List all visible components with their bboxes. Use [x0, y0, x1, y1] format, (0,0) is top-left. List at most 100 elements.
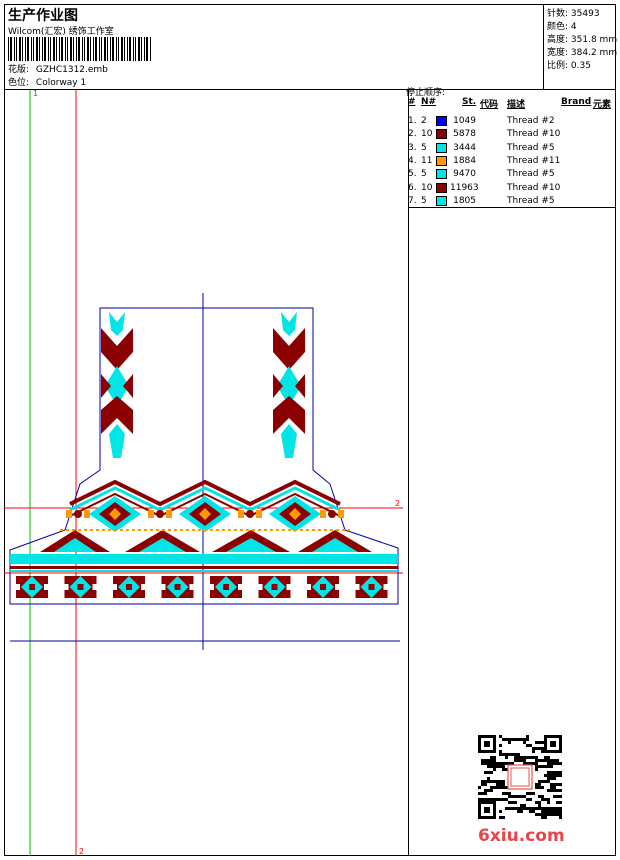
qr-module — [496, 780, 499, 783]
qr-module — [481, 780, 484, 783]
cross-motif — [113, 584, 117, 590]
qr-finder — [550, 741, 556, 747]
orange-block — [66, 510, 72, 518]
qr-module — [547, 801, 550, 804]
embroidery-design — [4, 90, 403, 856]
orange-block — [166, 510, 172, 518]
cross-motif — [368, 584, 375, 590]
cyan-motif — [281, 312, 297, 336]
cross-motif — [16, 584, 20, 590]
qr-module — [526, 792, 529, 795]
qr-module — [532, 807, 535, 810]
qr-module — [553, 777, 556, 780]
qr-module — [499, 735, 502, 738]
qr-module — [547, 771, 550, 774]
qr-module — [508, 795, 511, 798]
qr-module — [496, 786, 499, 789]
qr-module — [556, 771, 559, 774]
qr-module — [544, 813, 547, 816]
qr-module — [511, 795, 514, 798]
qr-module — [487, 771, 490, 774]
qr-module — [538, 813, 541, 816]
qr-module — [559, 795, 562, 798]
qr-module — [547, 756, 550, 759]
qr-module — [535, 759, 538, 762]
qr-module — [493, 798, 496, 801]
qr-module — [508, 741, 511, 744]
qr-module — [550, 813, 553, 816]
cross-motif — [355, 584, 360, 590]
qr-module — [550, 786, 553, 789]
qr-module — [550, 783, 553, 786]
qr-module — [487, 777, 490, 780]
qr-module — [490, 771, 493, 774]
qr-module — [487, 762, 490, 765]
qr-module — [532, 792, 535, 795]
qr-module — [553, 786, 556, 789]
cross-motif — [335, 584, 339, 590]
qr-module — [547, 759, 550, 762]
qr-module — [484, 783, 487, 786]
qr-module — [490, 786, 493, 789]
qr-module — [484, 759, 487, 762]
qr-module — [481, 783, 484, 786]
qr-module — [535, 762, 538, 765]
qr-module — [529, 807, 532, 810]
qr-module — [535, 786, 538, 789]
qr-module — [541, 798, 544, 801]
orange-block — [338, 510, 344, 518]
qr-module — [535, 813, 538, 816]
qr-module — [553, 795, 556, 798]
qr-module — [511, 738, 514, 741]
qr-module — [478, 792, 481, 795]
qr-module — [526, 798, 529, 801]
qr-module — [484, 762, 487, 765]
qr-module — [490, 756, 493, 759]
qr-module — [556, 813, 559, 816]
cross-motif — [77, 584, 84, 590]
qr-module — [538, 759, 541, 762]
orange-block — [148, 510, 154, 518]
qr-module — [487, 759, 490, 762]
qr-module — [499, 783, 502, 786]
qr-module — [499, 762, 502, 765]
qr-module — [496, 762, 499, 765]
qr-module — [514, 738, 517, 741]
qr-module — [514, 759, 517, 762]
maroon-dot — [74, 510, 82, 518]
qr-module — [529, 798, 532, 801]
qr-module — [559, 801, 562, 804]
qr-module — [517, 738, 520, 741]
orange-block — [84, 510, 90, 518]
qr-module — [493, 786, 496, 789]
guide-label-1: 1 — [33, 89, 39, 98]
qr-module — [553, 789, 556, 792]
qr-module — [541, 807, 544, 810]
qr-module — [550, 774, 553, 777]
qr-module — [559, 762, 562, 765]
qr-module — [514, 807, 517, 810]
qr-module — [547, 765, 550, 768]
qr-module — [502, 762, 505, 765]
qr-module — [520, 759, 523, 762]
qr-module — [556, 807, 559, 810]
qr-module — [502, 780, 505, 783]
qr-module — [544, 798, 547, 801]
qr-module — [547, 798, 550, 801]
qr-module — [541, 750, 544, 753]
qr-module — [523, 804, 526, 807]
qr-module — [559, 810, 562, 813]
qr-module — [499, 798, 502, 801]
qr-module — [490, 759, 493, 762]
cross-motif — [29, 584, 35, 590]
qr-module — [556, 783, 559, 786]
qr-module — [496, 798, 499, 801]
qr-module — [538, 804, 541, 807]
qr-module — [517, 756, 520, 759]
qr-module — [553, 762, 556, 765]
qr-module — [487, 798, 490, 801]
qr-module — [547, 807, 550, 810]
cyan-motif — [109, 424, 125, 458]
qr-module — [493, 756, 496, 759]
qr-module — [529, 792, 532, 795]
